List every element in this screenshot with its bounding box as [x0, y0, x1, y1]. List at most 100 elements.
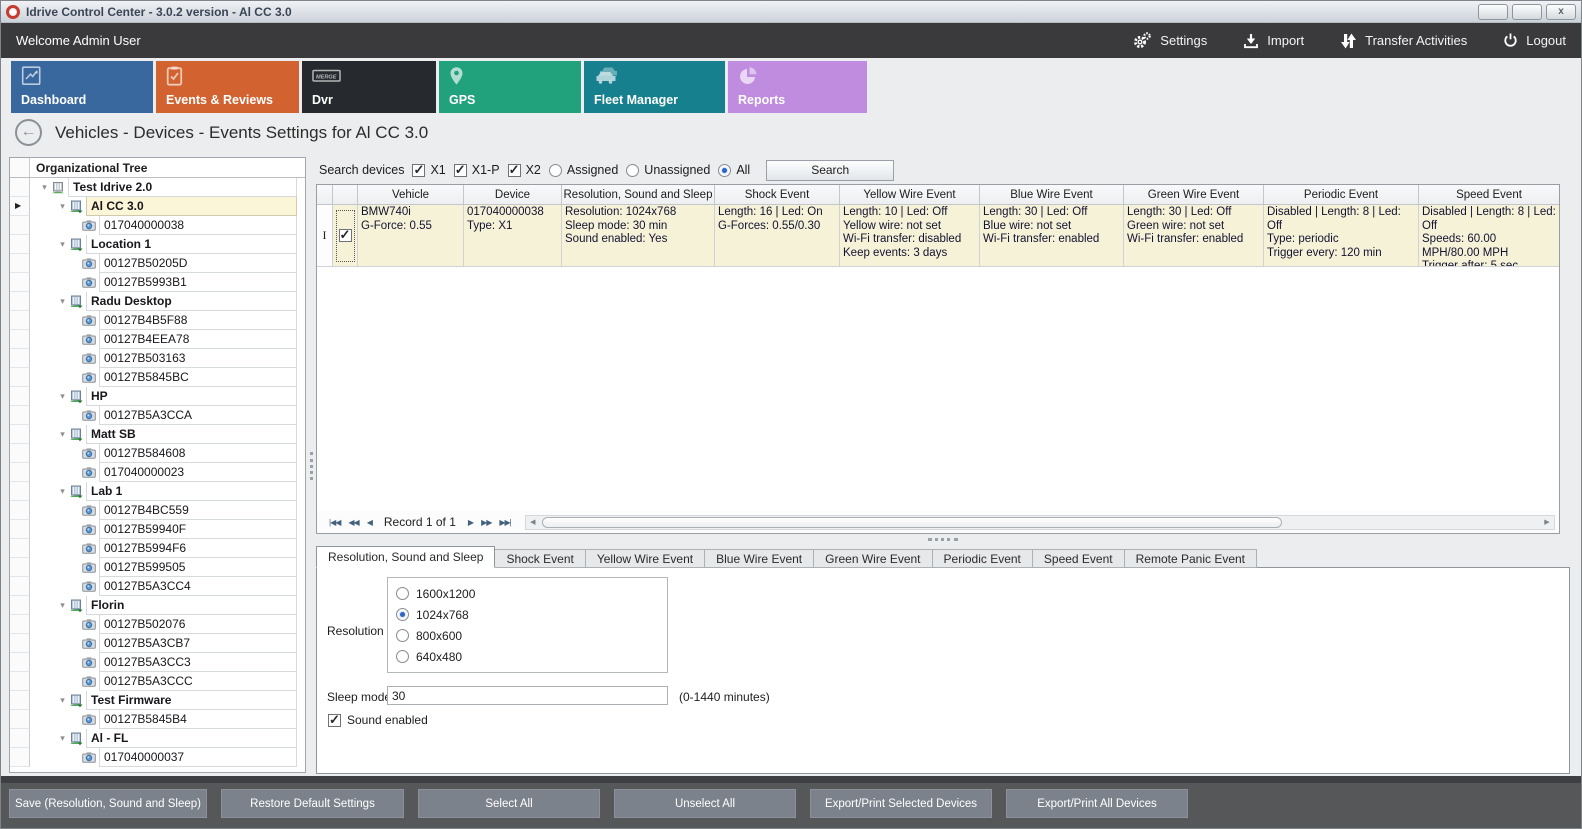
record-nav-prev-icon[interactable]: ◀: [363, 518, 376, 527]
tree-node-device[interactable]: 00127B5A3CCC: [10, 672, 305, 691]
tree-node-device[interactable]: 00127B5A3CB7: [10, 634, 305, 653]
tree-node-device[interactable]: 00127B5845B4: [10, 710, 305, 729]
tab-speed-event[interactable]: Speed Event: [1032, 549, 1125, 568]
filter-radio-unassigned[interactable]: Unassigned: [626, 163, 710, 177]
toolbar-action-settings[interactable]: Settings: [1132, 32, 1207, 49]
tile-dvr[interactable]: MERGEDvr: [302, 61, 436, 113]
grid-column-header[interactable]: Shock Event: [715, 185, 840, 204]
tree-node-device[interactable]: 017040000038: [10, 216, 305, 235]
footer-button-save-resolution-sound-and-sleep-[interactable]: Save (Resolution, Sound and Sleep): [9, 789, 207, 818]
tile-dashboard[interactable]: Dashboard: [11, 61, 153, 113]
grid-column-header[interactable]: Device: [464, 185, 562, 204]
tree-node-device[interactable]: 00127B502076: [10, 615, 305, 634]
checkbox-icon[interactable]: [454, 164, 467, 177]
tree-node-group[interactable]: ▾Al - FL: [10, 729, 305, 748]
search-button[interactable]: Search: [766, 160, 894, 181]
tree-node-device[interactable]: 00127B503163: [10, 349, 305, 368]
tree-node-device[interactable]: 00127B4BC559: [10, 501, 305, 520]
close-button[interactable]: x: [1546, 4, 1576, 20]
tile-reports[interactable]: Reports: [728, 61, 867, 113]
tree-node-group[interactable]: ▾Florin: [10, 596, 305, 615]
filter-checkbox-x1[interactable]: X1: [412, 163, 445, 177]
tree-node-group[interactable]: ▾Location 1: [10, 235, 305, 254]
tab-shock-event[interactable]: Shock Event: [494, 549, 585, 568]
tree-node-group[interactable]: ▶▾Al CC 3.0: [10, 197, 305, 216]
tree-node-device[interactable]: 00127B5993B1: [10, 273, 305, 292]
radio-icon[interactable]: [396, 629, 409, 642]
filter-checkbox-x2[interactable]: X2: [508, 163, 541, 177]
tile-fleet-manager[interactable]: Fleet Manager: [584, 61, 725, 113]
sound-enabled-row[interactable]: Sound enabled: [328, 713, 428, 727]
checkbox-icon[interactable]: [412, 164, 425, 177]
tree-node-group[interactable]: ▾Lab 1: [10, 482, 305, 501]
record-nav-forward-icon[interactable]: ▶▶: [477, 518, 495, 527]
toolbar-action-logout[interactable]: Logout: [1503, 33, 1566, 48]
filter-radio-all[interactable]: All: [718, 163, 750, 177]
tab-resolution-sound-and-sleep[interactable]: Resolution, Sound and Sleep: [316, 546, 495, 568]
tab-yellow-wire-event[interactable]: Yellow Wire Event: [585, 549, 705, 568]
scroll-left-icon[interactable]: ◀: [526, 516, 540, 529]
tab-blue-wire-event[interactable]: Blue Wire Event: [704, 549, 814, 568]
radio-icon[interactable]: [396, 608, 409, 621]
radio-icon[interactable]: [626, 164, 639, 177]
grid-column-header[interactable]: Yellow Wire Event: [840, 185, 980, 204]
tree-node-device[interactable]: 017040000037: [10, 748, 305, 767]
row-checkbox-cell[interactable]: [333, 205, 358, 266]
record-nav-first-icon[interactable]: |◀◀: [325, 518, 344, 527]
tree-node-device[interactable]: 00127B5A3CC4: [10, 577, 305, 596]
footer-button-unselect-all[interactable]: Unselect All: [614, 789, 796, 818]
resolution-option-1024x768[interactable]: 1024x768: [396, 608, 659, 622]
resolution-option-1600x1200[interactable]: 1600x1200: [396, 587, 659, 601]
tab-remote-panic-event[interactable]: Remote Panic Event: [1124, 549, 1257, 568]
scrollbar-thumb[interactable]: [542, 517, 1282, 528]
tree-node-device[interactable]: 00127B599505: [10, 558, 305, 577]
tree-node-device[interactable]: 00127B4EEA78: [10, 330, 305, 349]
filter-radio-assigned[interactable]: Assigned: [549, 163, 618, 177]
vertical-splitter[interactable]: [307, 157, 316, 773]
tab-periodic-event[interactable]: Periodic Event: [932, 549, 1033, 568]
resolution-option-640x480[interactable]: 640x480: [396, 650, 659, 664]
resolution-option-800x600[interactable]: 800x600: [396, 629, 659, 643]
scroll-right-icon[interactable]: ▶: [1540, 516, 1554, 529]
grid-row[interactable]: IBMW740i G-Force: 0.55017040000038 Type:…: [317, 205, 1559, 267]
tree-node-device[interactable]: 017040000023: [10, 463, 305, 482]
tree-node-device[interactable]: 00127B59940F: [10, 520, 305, 539]
tree-node-root[interactable]: ▾Test Idrive 2.0: [10, 178, 305, 197]
horizontal-splitter[interactable]: [316, 534, 1570, 546]
back-button[interactable]: [15, 119, 42, 146]
tile-events-reviews[interactable]: Events & Reviews: [156, 61, 299, 113]
tree-node-device[interactable]: 00127B5994F6: [10, 539, 305, 558]
tree-node-device[interactable]: 00127B50205D: [10, 254, 305, 273]
tree-node-device[interactable]: 00127B584608: [10, 444, 305, 463]
checkbox-icon[interactable]: [508, 164, 521, 177]
tree-node-group[interactable]: ▾Matt SB: [10, 425, 305, 444]
maximize-button[interactable]: [1512, 4, 1542, 20]
footer-button-select-all[interactable]: Select All: [418, 789, 600, 818]
sound-enabled-checkbox[interactable]: [328, 714, 341, 727]
tree-node-device[interactable]: 00127B5A3CCA: [10, 406, 305, 425]
record-nav-next-icon[interactable]: ▶: [464, 518, 477, 527]
grid-column-header[interactable]: Speed Event: [1419, 185, 1560, 204]
radio-icon[interactable]: [549, 164, 562, 177]
toolbar-action-import[interactable]: Import: [1243, 33, 1304, 49]
record-nav-rewind-icon[interactable]: ◀◀: [344, 518, 362, 527]
radio-icon[interactable]: [396, 587, 409, 600]
tab-green-wire-event[interactable]: Green Wire Event: [813, 549, 932, 568]
row-checkbox[interactable]: [339, 229, 352, 242]
grid-column-header[interactable]: Green Wire Event: [1124, 185, 1264, 204]
radio-icon[interactable]: [396, 650, 409, 663]
footer-button-restore-default-settings[interactable]: Restore Default Settings: [221, 789, 404, 818]
h-scrollbar[interactable]: ◀ ▶: [525, 515, 1555, 530]
filter-checkbox-x1-p[interactable]: X1-P: [454, 163, 500, 177]
tree-node-group[interactable]: ▾Test Firmware: [10, 691, 305, 710]
toolbar-action-transfer-activities[interactable]: Transfer Activities: [1340, 33, 1467, 49]
minimize-button[interactable]: [1478, 4, 1508, 20]
record-nav-last-icon[interactable]: ▶▶|: [495, 518, 514, 527]
tree-node-device[interactable]: 00127B4B5F88: [10, 311, 305, 330]
grid-column-header[interactable]: Vehicle: [358, 185, 464, 204]
radio-icon[interactable]: [718, 164, 731, 177]
tree-node-device[interactable]: 00127B5845BC: [10, 368, 305, 387]
footer-button-export-print-selected-devices[interactable]: Export/Print Selected Devices: [810, 789, 992, 818]
grid-column-header[interactable]: Periodic Event: [1264, 185, 1419, 204]
sleep-mode-input[interactable]: [387, 686, 668, 705]
